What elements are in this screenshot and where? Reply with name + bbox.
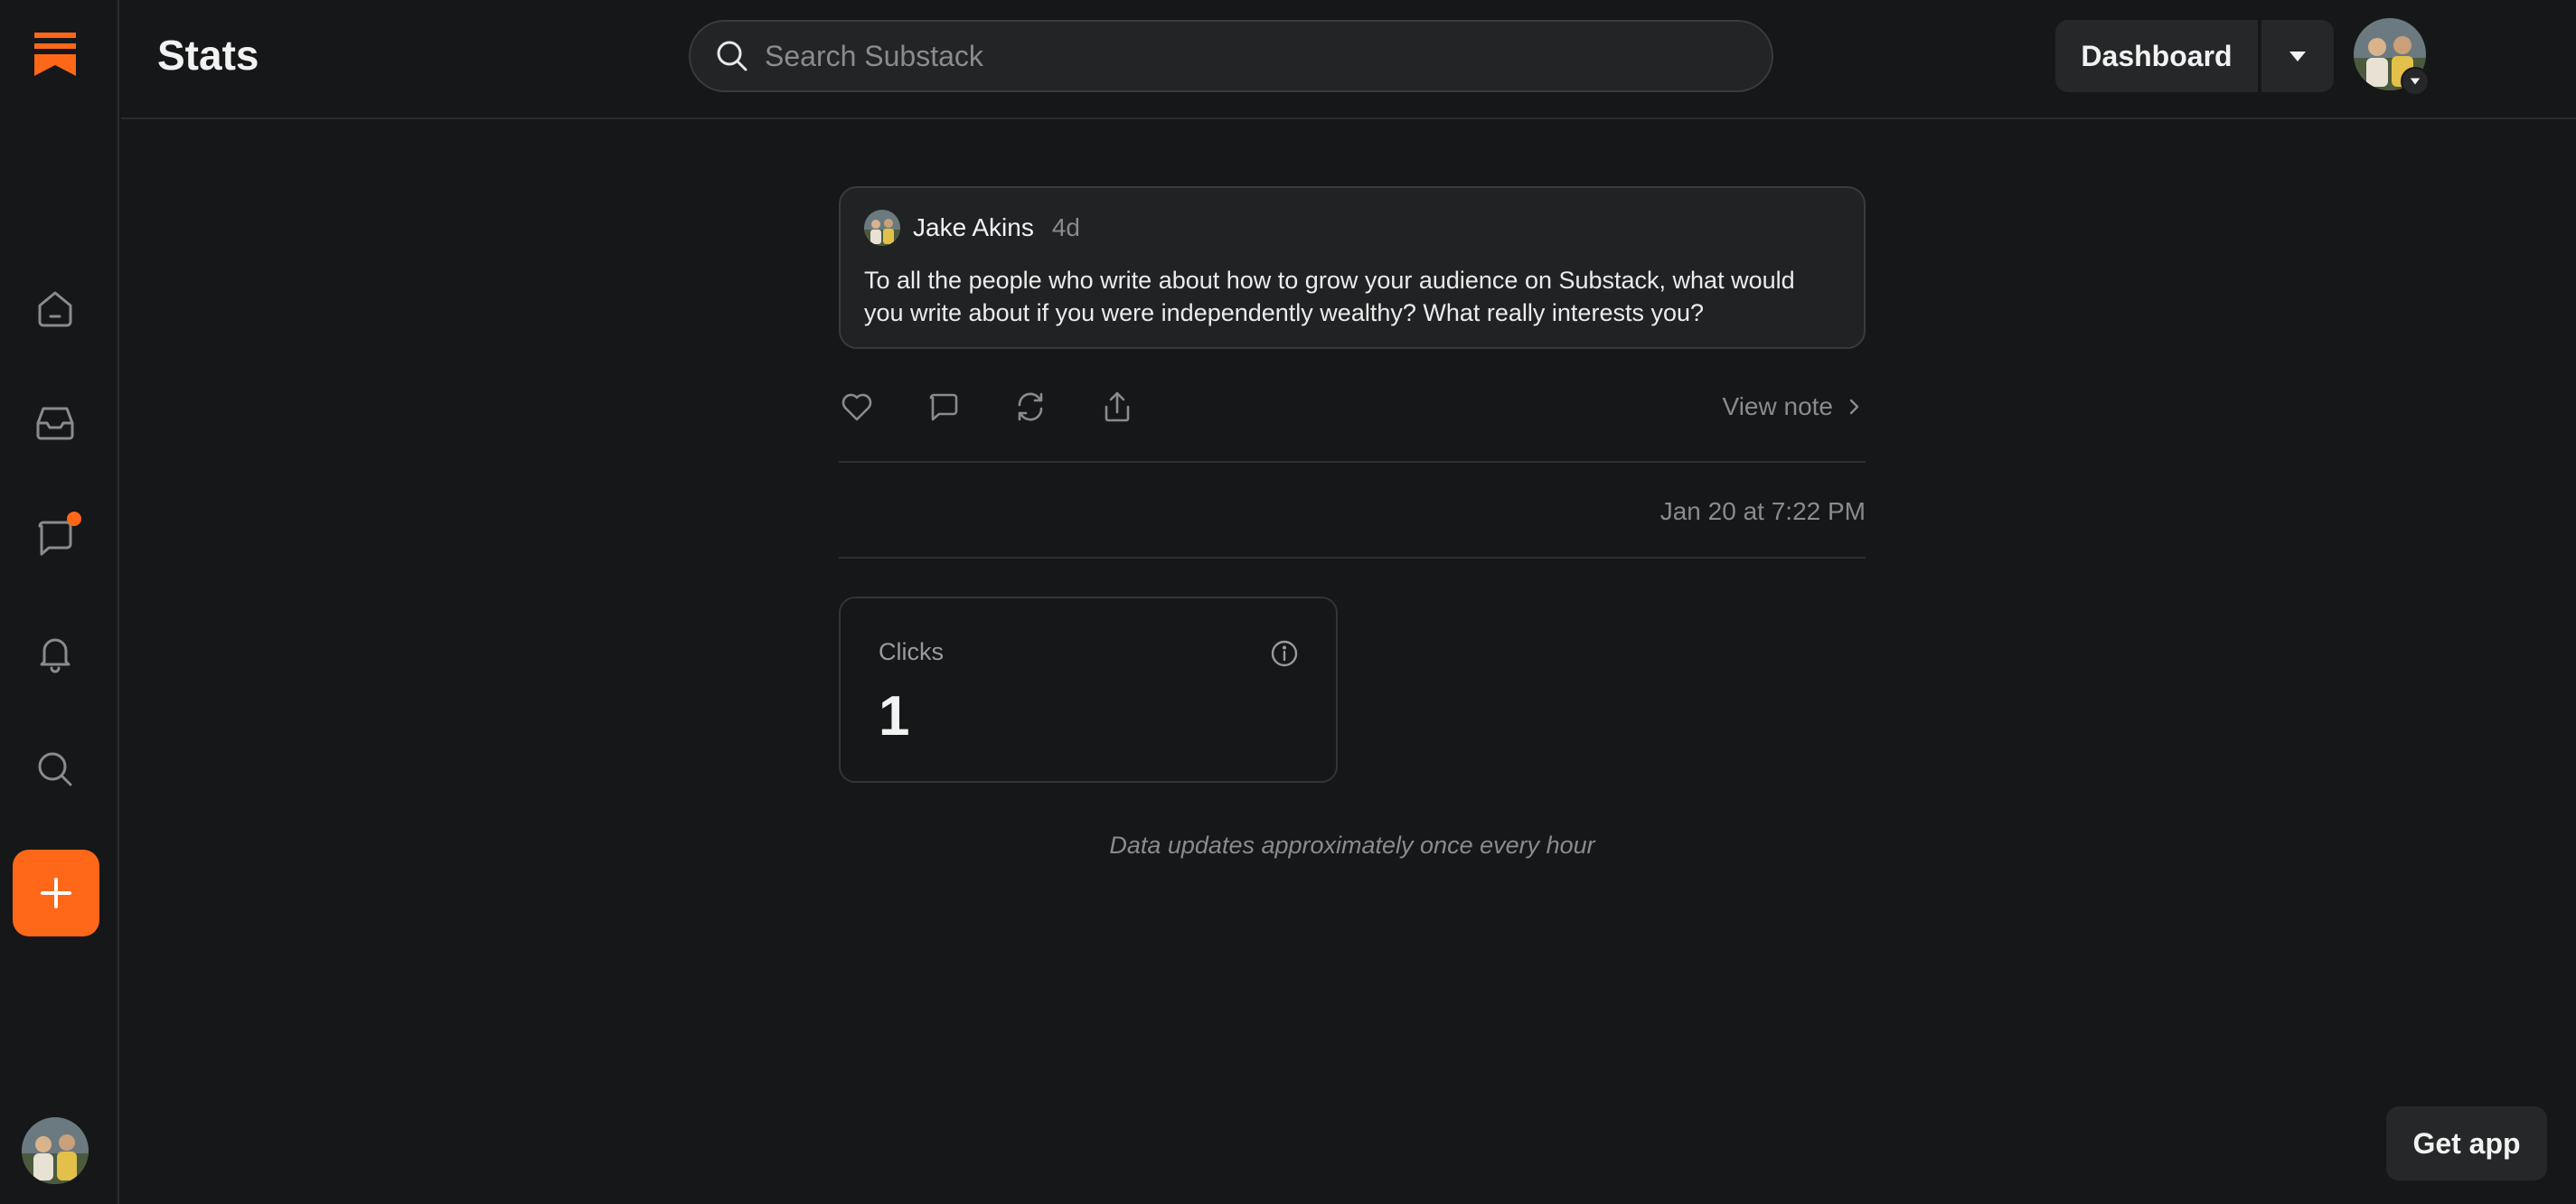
chat-icon[interactable] <box>31 512 81 562</box>
note-card[interactable]: Jake Akins 4d To all the people who writ… <box>839 186 1866 349</box>
avatar[interactable] <box>22 1117 89 1184</box>
restack-button[interactable] <box>1012 389 1048 425</box>
share-button[interactable] <box>1099 389 1135 425</box>
clicks-stat-card: Clicks 1 <box>839 597 1338 783</box>
view-note-label: View note <box>1722 392 1833 420</box>
restack-icon <box>1018 392 1043 421</box>
dashboard-button[interactable]: Dashboard <box>2055 20 2258 92</box>
chevron-right-icon <box>1849 399 1859 415</box>
view-note-link[interactable]: View note <box>1723 392 1866 421</box>
sidebar <box>0 0 119 1204</box>
author-name[interactable]: Jake Akins <box>913 213 1034 242</box>
search-icon <box>717 41 747 71</box>
heart-icon <box>841 393 872 421</box>
notification-badge <box>67 512 81 526</box>
caret-down-icon <box>2289 52 2306 61</box>
dashboard-dropdown-button[interactable] <box>2261 20 2334 92</box>
bell-icon[interactable] <box>31 629 80 678</box>
plus-icon <box>41 878 71 908</box>
info-icon[interactable] <box>1269 638 1300 669</box>
clicks-label: Clicks <box>879 638 944 665</box>
inbox-icon[interactable] <box>31 398 80 447</box>
create-button[interactable] <box>13 850 99 936</box>
note-actions: View note <box>839 381 1866 432</box>
note-body: To all the people who write about how to… <box>864 267 1795 326</box>
substack-logo-icon[interactable] <box>31 29 80 80</box>
like-button[interactable] <box>839 389 875 425</box>
note-age: 4d <box>1051 213 1081 241</box>
clicks-value: 1 <box>879 685 910 748</box>
comment-icon <box>929 393 958 421</box>
account-menu-caret[interactable] <box>2401 67 2430 96</box>
share-icon <box>1105 391 1130 422</box>
author-avatar[interactable] <box>864 210 900 246</box>
home-icon[interactable] <box>31 284 80 333</box>
divider <box>839 557 1866 559</box>
comment-button[interactable] <box>926 389 962 425</box>
search-icon[interactable] <box>31 745 80 794</box>
data-update-note: Data updates approximately once every ho… <box>1109 832 1595 859</box>
page-title: Stats <box>157 32 259 79</box>
search-input[interactable] <box>765 39 1741 73</box>
get-app-button[interactable]: Get app <box>2386 1106 2547 1180</box>
divider <box>839 461 1866 463</box>
caret-down-icon <box>2410 78 2421 85</box>
search-bar[interactable] <box>689 20 1773 92</box>
note-timestamp: Jan 20 at 7:22 PM <box>1659 497 1866 525</box>
